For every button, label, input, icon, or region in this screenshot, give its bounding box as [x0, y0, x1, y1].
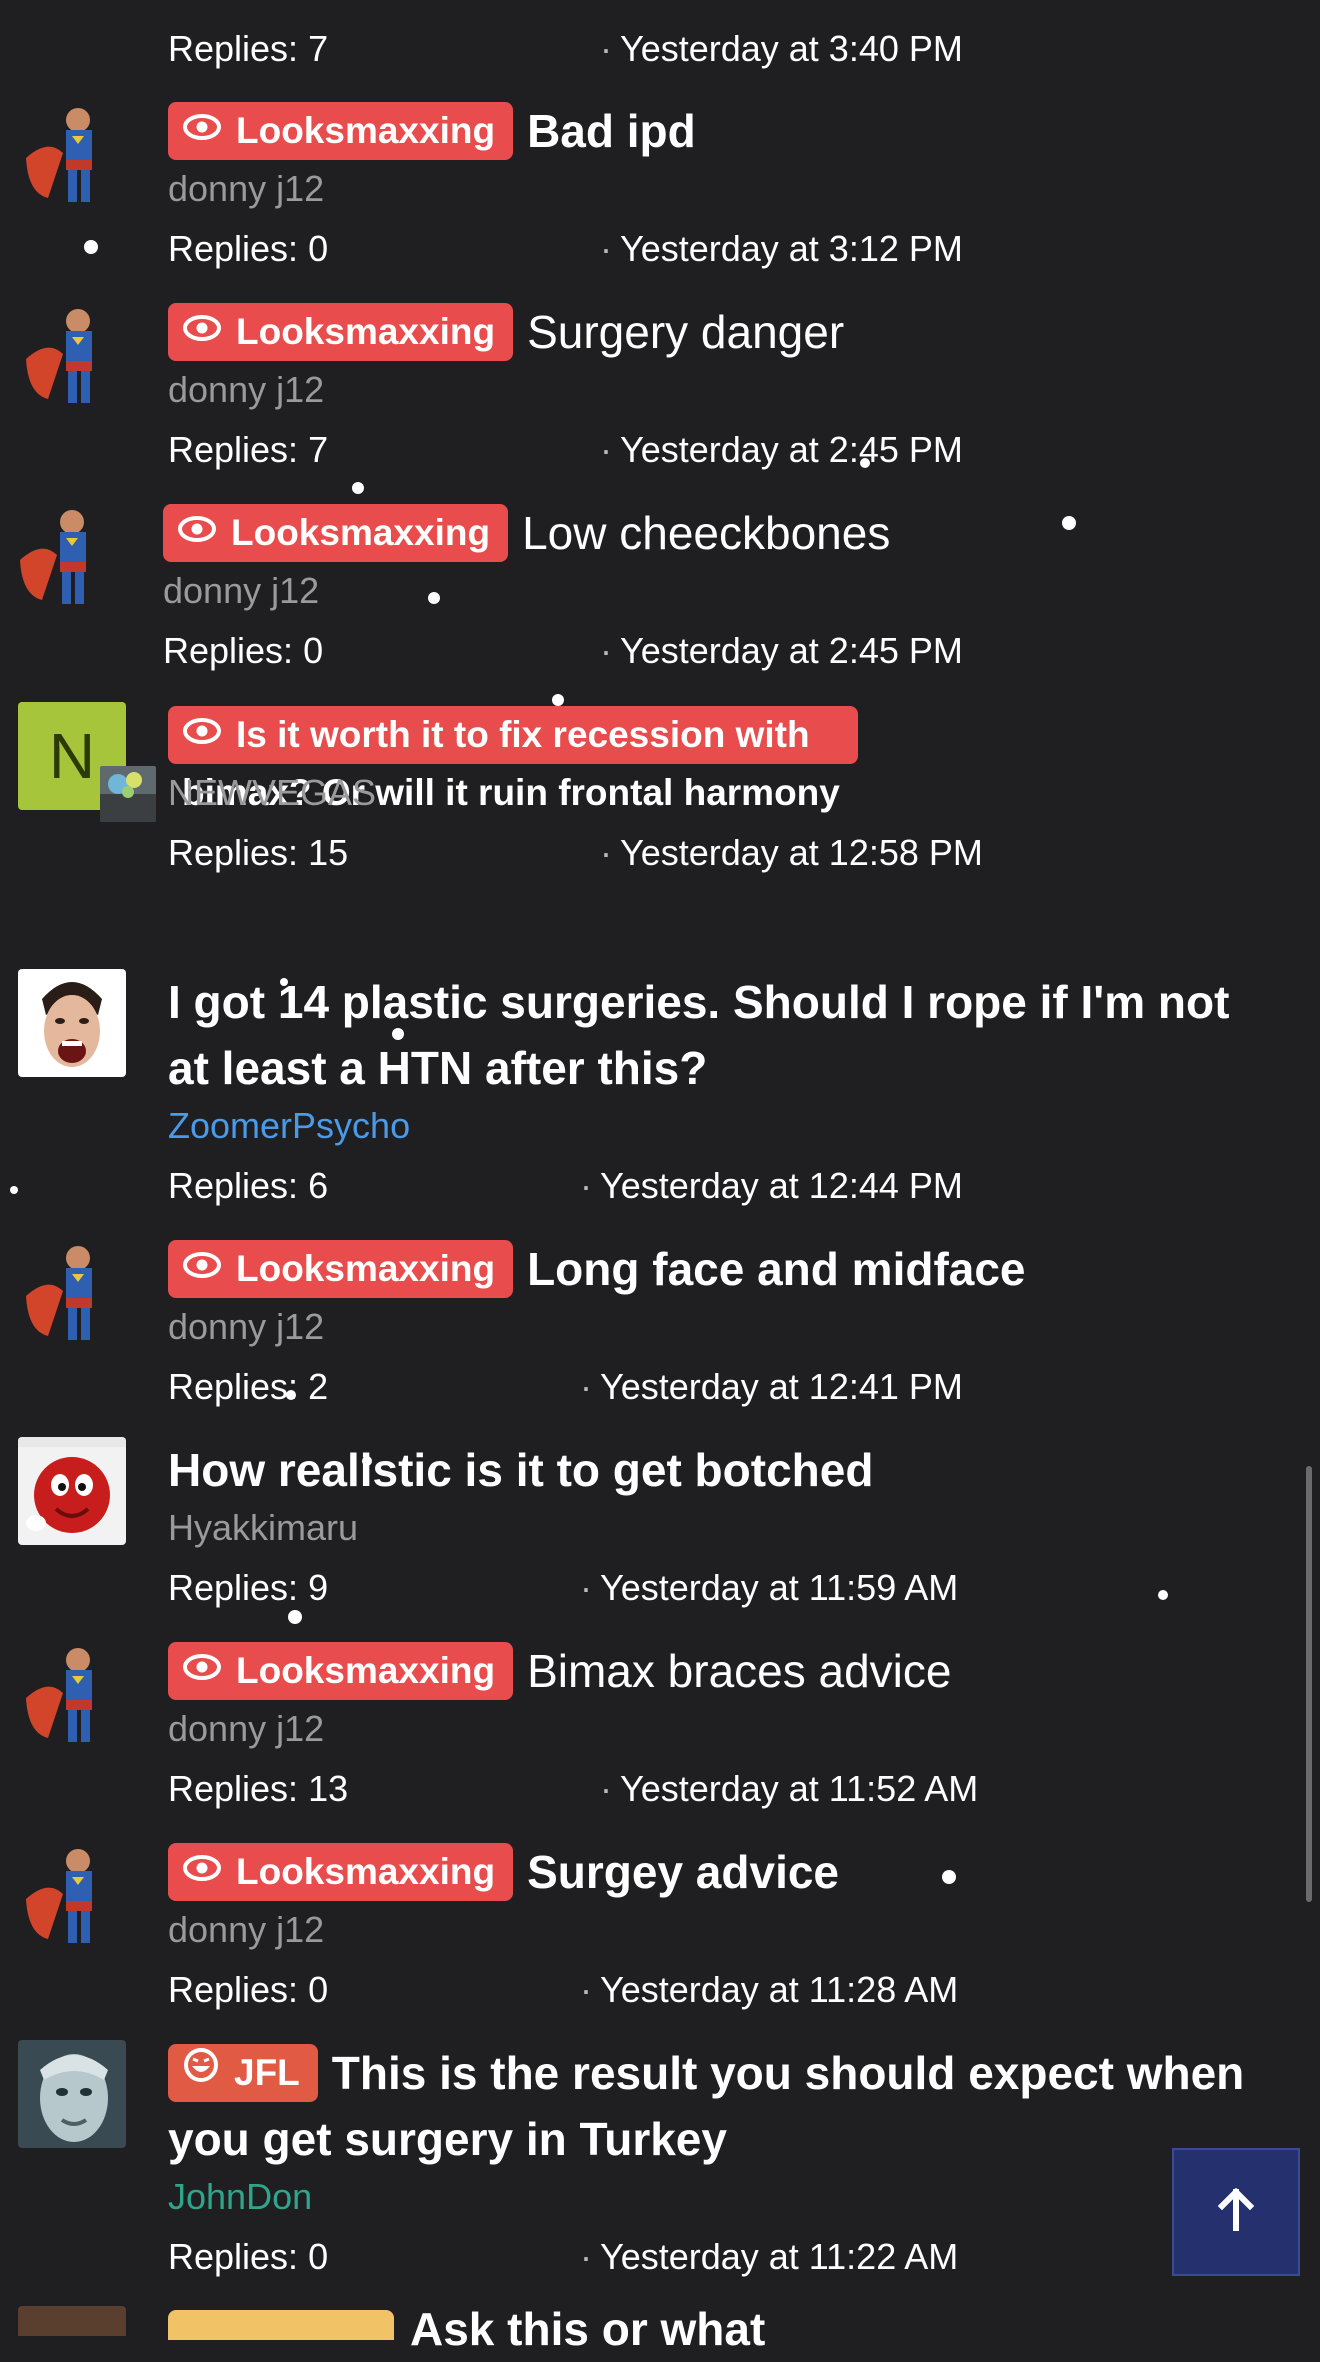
- back-to-top-button[interactable]: [1172, 2148, 1300, 2276]
- laughing-face-icon: [182, 2043, 220, 2101]
- last-post-time[interactable]: · Yesterday at 2:45 PM: [600, 421, 963, 479]
- thread-author[interactable]: donny j12: [168, 1706, 1300, 1752]
- thread-meta: Replies: 13 · Yesterday at 11:52 AM: [168, 1760, 1300, 1818]
- eye-icon: [182, 101, 222, 159]
- snow-particle: [428, 592, 440, 604]
- avatar-partial[interactable]: [18, 2306, 126, 2336]
- reply-count: Replies: 2: [168, 1366, 329, 1407]
- reply-count: Replies: 13: [168, 1768, 349, 1809]
- thread-meta: Replies: 0 · Yesterday at 11:22 AM: [168, 2228, 1300, 2286]
- last-post-time[interactable]: · Yesterday at 12:41 PM: [580, 1358, 963, 1416]
- thread-title[interactable]: Is it worth it to fix recession with bima…: [168, 702, 1300, 813]
- thread-title-partial[interactable]: Ask this or what: [410, 2296, 1310, 2362]
- eye-icon: [177, 503, 217, 561]
- prefix-badge[interactable]: Looksmaxxing: [168, 1842, 514, 1901]
- scrollbar[interactable]: [1306, 1466, 1312, 1902]
- avatar-red-character[interactable]: [18, 1437, 126, 1545]
- thread-title[interactable]: Looksmaxxing Bimax braces advice: [168, 1638, 1300, 1704]
- thread-meta: Replies: 0 · Yesterday at 11:28 AM: [168, 1961, 1300, 2019]
- thread-author[interactable]: donny j12: [168, 367, 1300, 413]
- thread-author[interactable]: donny j12: [168, 1304, 1300, 1350]
- prefix-badge[interactable]: Looksmaxxing: [168, 1239, 514, 1298]
- last-post-time[interactable]: · Yesterday at 2:45 PM: [600, 622, 963, 680]
- reply-count: Replies: 7: [168, 429, 329, 470]
- reply-count: Replies: 0: [163, 630, 324, 671]
- thread-meta: Replies: 0 · Yesterday at 2:45 PM: [163, 622, 1300, 680]
- snow-particle: [288, 1610, 302, 1624]
- thread-author[interactable]: donny j12: [168, 166, 1300, 212]
- thread-title[interactable]: Looksmaxxing Long face and midface: [168, 1236, 1300, 1302]
- snow-particle: [1158, 1590, 1168, 1600]
- thread-author[interactable]: donny j12: [168, 1907, 1300, 1953]
- eye-icon: [182, 1239, 222, 1297]
- avatar-superhero[interactable]: [18, 299, 126, 407]
- reply-count: Replies: 0: [168, 1969, 329, 2010]
- reply-count: Replies: 7: [168, 28, 329, 69]
- thread-author[interactable]: Hyakkimaru: [168, 1505, 1300, 1551]
- last-post-time[interactable]: · Yesterday at 3:40 PM: [600, 20, 963, 78]
- last-post-time[interactable]: · Yesterday at 12:58 PM: [600, 824, 983, 882]
- prefix-badge[interactable]: Looksmaxxing: [168, 302, 514, 361]
- snow-particle: [286, 1390, 296, 1400]
- thread-meta: Replies: 0 · Yesterday at 3:12 PM: [168, 220, 1300, 278]
- snow-particle: [84, 240, 98, 254]
- last-post-time[interactable]: · Yesterday at 12:44 PM: [580, 1157, 963, 1215]
- thread-title[interactable]: JFL This is the result you should expect …: [168, 2040, 1300, 2172]
- thread-meta: Replies: 2 · Yesterday at 12:41 PM: [168, 1358, 1300, 1416]
- avatar-superhero[interactable]: [18, 1236, 126, 1344]
- thread-title[interactable]: How realistic is it to get botched: [168, 1437, 1300, 1503]
- last-post-time[interactable]: · Yesterday at 11:59 AM: [580, 1559, 958, 1617]
- thread-title[interactable]: Looksmaxxing Low cheeckbones: [163, 500, 1300, 566]
- snow-particle: [942, 1870, 956, 1884]
- last-post-time[interactable]: · Yesterday at 3:12 PM: [600, 220, 963, 278]
- prefix-badge[interactable]: JFL: [168, 2044, 318, 2102]
- thread-meta: Replies: 9 · Yesterday at 11:59 AM: [168, 1559, 1300, 1617]
- snow-particle: [362, 1456, 372, 1466]
- thread-meta: Replies: 7 · Yesterday at 2:45 PM: [168, 421, 1300, 479]
- reply-count: Replies: 15: [168, 832, 349, 873]
- reply-count: Replies: 6: [168, 1165, 329, 1206]
- prefix-badge[interactable]: Looksmaxxing: [163, 503, 509, 562]
- thread-author[interactable]: ZoomerPsycho: [168, 1103, 1300, 1149]
- eye-icon: [182, 1842, 222, 1900]
- thread-title[interactable]: Looksmaxxing Surgery danger: [168, 299, 1300, 365]
- thread-meta: Replies: 6 · Yesterday at 12:44 PM: [168, 1157, 1300, 1215]
- snow-particle: [392, 1028, 404, 1040]
- prefix-badge[interactable]: Is it worth it to fix recession with bima…: [168, 705, 858, 813]
- snow-particle: [280, 978, 288, 986]
- prefix-badge-partial[interactable]: [168, 2310, 394, 2340]
- avatar-superhero[interactable]: [12, 500, 120, 608]
- snow-particle: [1062, 516, 1076, 530]
- avatar-pale-face[interactable]: [18, 2040, 126, 2148]
- reply-count: Replies: 9: [168, 1567, 329, 1608]
- last-post-time[interactable]: · Yesterday at 11:28 AM: [580, 1961, 958, 2019]
- avatar-superhero[interactable]: [18, 1839, 126, 1947]
- thread-author[interactable]: donny j12: [163, 568, 1300, 614]
- eye-icon: [182, 302, 222, 360]
- last-post-time[interactable]: · Yesterday at 11:52 AM: [600, 1760, 978, 1818]
- last-post-time[interactable]: · Yesterday at 11:22 AM: [580, 2228, 958, 2286]
- thread-meta: Replies: 7 · Yesterday at 3:40 PM: [168, 20, 1300, 78]
- eye-icon: [182, 705, 222, 763]
- thread-title[interactable]: Looksmaxxing Bad ipd: [168, 98, 1300, 164]
- thread-title[interactable]: I got 14 plastic surgeries. Should I rop…: [168, 969, 1300, 1101]
- snow-particle: [552, 694, 564, 706]
- thread-title[interactable]: Looksmaxxing Surgey advice: [168, 1839, 1300, 1905]
- reply-count: Replies: 0: [168, 228, 329, 269]
- avatar-screaming-man[interactable]: [18, 969, 126, 1077]
- thread-meta: Replies: 15 · Yesterday at 12:58 PM: [168, 824, 1300, 882]
- reply-count: Replies: 0: [168, 2236, 329, 2277]
- avatar-superhero[interactable]: [18, 1638, 126, 1746]
- snow-particle: [860, 458, 870, 468]
- arrow-up-icon: [1214, 2187, 1258, 2237]
- prefix-badge[interactable]: Looksmaxxing: [168, 101, 514, 160]
- snow-particle: [10, 1186, 18, 1194]
- avatar-superhero[interactable]: [18, 98, 126, 206]
- snow-particle: [352, 482, 364, 494]
- thread-author[interactable]: JohnDon: [168, 2174, 1300, 2220]
- eye-icon: [182, 1641, 222, 1699]
- prefix-badge[interactable]: Looksmaxxing: [168, 1641, 514, 1700]
- avatar-badge-image: [100, 766, 156, 822]
